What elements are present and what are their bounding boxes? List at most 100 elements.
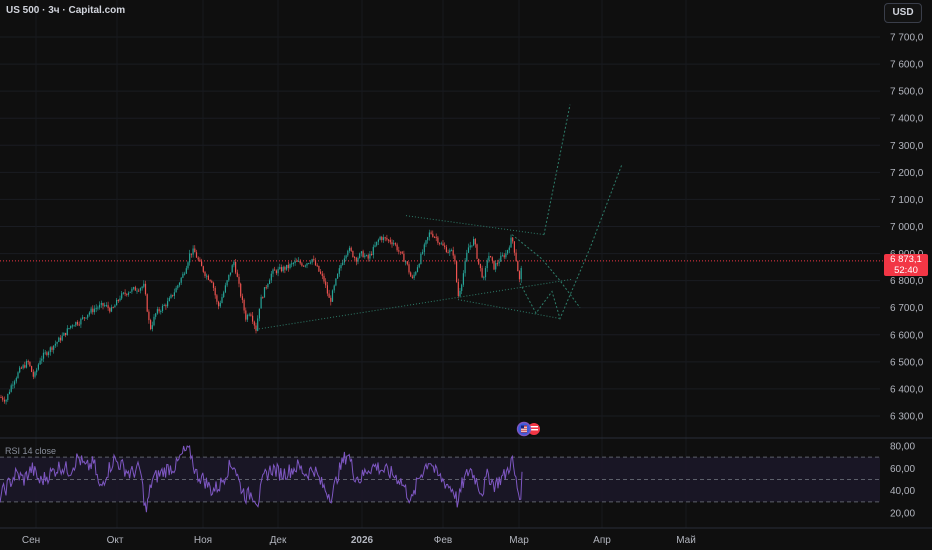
candle-body <box>520 268 522 280</box>
candle-body <box>257 318 259 331</box>
candle-body <box>231 265 233 273</box>
candle-body <box>294 260 296 264</box>
currency-button[interactable]: USD <box>884 3 922 23</box>
rsi-indicator-label[interactable]: RSI 14 close <box>5 446 56 456</box>
candle-body <box>359 253 361 259</box>
candle-body <box>240 283 242 297</box>
candle-body <box>428 232 430 238</box>
candle-body <box>32 371 34 377</box>
candle-body <box>199 259 201 262</box>
candle-body <box>314 260 317 266</box>
trendline[interactable] <box>255 278 573 330</box>
candle-body <box>75 321 77 326</box>
candle-body <box>326 285 328 294</box>
candle-body <box>406 261 408 265</box>
candle-body <box>201 261 203 267</box>
candle-body <box>3 399 5 402</box>
candle-body <box>408 264 410 273</box>
candle-body <box>491 257 493 261</box>
candle-body <box>348 247 351 251</box>
candle-body <box>338 268 340 274</box>
candle-body <box>333 285 335 291</box>
rsi-axis[interactable]: 80,00 60,00 40,00 20,00 <box>890 442 915 520</box>
candle-body <box>105 305 107 307</box>
candle-body <box>53 345 55 350</box>
last-price-value: 6 873,1 <box>890 254 922 265</box>
candle-body <box>461 284 463 291</box>
candle-body <box>374 245 376 247</box>
candle-body <box>309 262 311 264</box>
candle-body <box>365 255 368 257</box>
candle-body <box>308 263 310 265</box>
candle-body <box>401 251 403 254</box>
time-axis-label: Мар <box>509 535 529 546</box>
candle-body <box>31 366 33 372</box>
candle-body <box>399 251 402 253</box>
candle-body <box>82 317 84 319</box>
candle-body <box>206 275 208 277</box>
candle-body <box>219 302 221 307</box>
candle-body <box>493 260 495 270</box>
candle-body <box>287 264 289 269</box>
trendline[interactable] <box>457 299 561 320</box>
candle-body <box>114 305 116 308</box>
candle-body <box>263 287 266 298</box>
candle-body <box>110 307 113 312</box>
candle-body <box>100 303 102 305</box>
time-axis-label: 2026 <box>351 535 374 546</box>
candle-body <box>170 294 172 298</box>
candle-body <box>146 294 148 312</box>
time-axis[interactable]: Сен Окт Ноя Дек 2026 Фев Мар Апр Май <box>22 535 696 546</box>
candle-body <box>153 316 155 326</box>
candle-body <box>151 325 153 330</box>
candle-body <box>427 237 429 241</box>
candle-body <box>255 325 257 331</box>
candle-body <box>121 293 123 299</box>
candle-body <box>435 236 437 238</box>
candle-body <box>360 251 362 254</box>
candle-body <box>22 365 24 369</box>
forecast-path[interactable] <box>543 104 571 235</box>
candle-body <box>415 271 417 275</box>
candle-body <box>318 265 320 272</box>
chart-canvas[interactable]: 7 700,0 7 600,0 7 500,0 7 400,0 7 300,0 7 200… <box>0 0 932 550</box>
time-axis-label: Дек <box>270 535 287 546</box>
candle-body <box>87 314 89 318</box>
price-axis-label: 7 700,0 <box>890 33 924 44</box>
rsi-axis-label: 60,00 <box>890 464 915 475</box>
price-axis-label: 7 100,0 <box>890 195 924 206</box>
candle-body <box>398 250 400 252</box>
candle-body <box>270 273 272 281</box>
us-flag-event-icon[interactable] <box>515 421 545 437</box>
candle-body <box>141 286 143 289</box>
candle-body <box>459 290 461 297</box>
candle-body <box>58 337 60 342</box>
candle-body <box>420 253 422 264</box>
candle-body <box>350 247 352 251</box>
price-axis-label: 7 000,0 <box>890 222 924 233</box>
symbol-title[interactable]: US 500 · 3ч · Capital.com <box>6 5 125 16</box>
price-axis[interactable]: 7 700,0 7 600,0 7 500,0 7 400,0 7 300,0 7 200… <box>890 33 924 423</box>
candle-body <box>224 285 226 293</box>
trendlines-layer[interactable] <box>255 104 623 330</box>
candle-body <box>382 237 385 241</box>
candle-body <box>510 237 512 248</box>
candle-body <box>54 343 56 346</box>
candle-body <box>178 282 181 286</box>
candle-body <box>238 276 240 284</box>
candle-body <box>362 251 364 258</box>
candle-body <box>337 273 339 279</box>
candle-body <box>143 283 145 287</box>
candle-body <box>495 263 497 270</box>
candle-body <box>124 292 126 294</box>
trendline[interactable] <box>405 215 545 236</box>
candle-body <box>223 292 225 298</box>
time-axis-label: Ноя <box>194 535 212 546</box>
candle-body <box>15 378 17 382</box>
candle-body <box>250 314 252 316</box>
candle-body <box>42 352 45 359</box>
candle-body <box>512 237 514 242</box>
time-axis-label: Сен <box>22 535 40 546</box>
candle-body <box>376 241 378 246</box>
candle-body <box>286 264 288 270</box>
